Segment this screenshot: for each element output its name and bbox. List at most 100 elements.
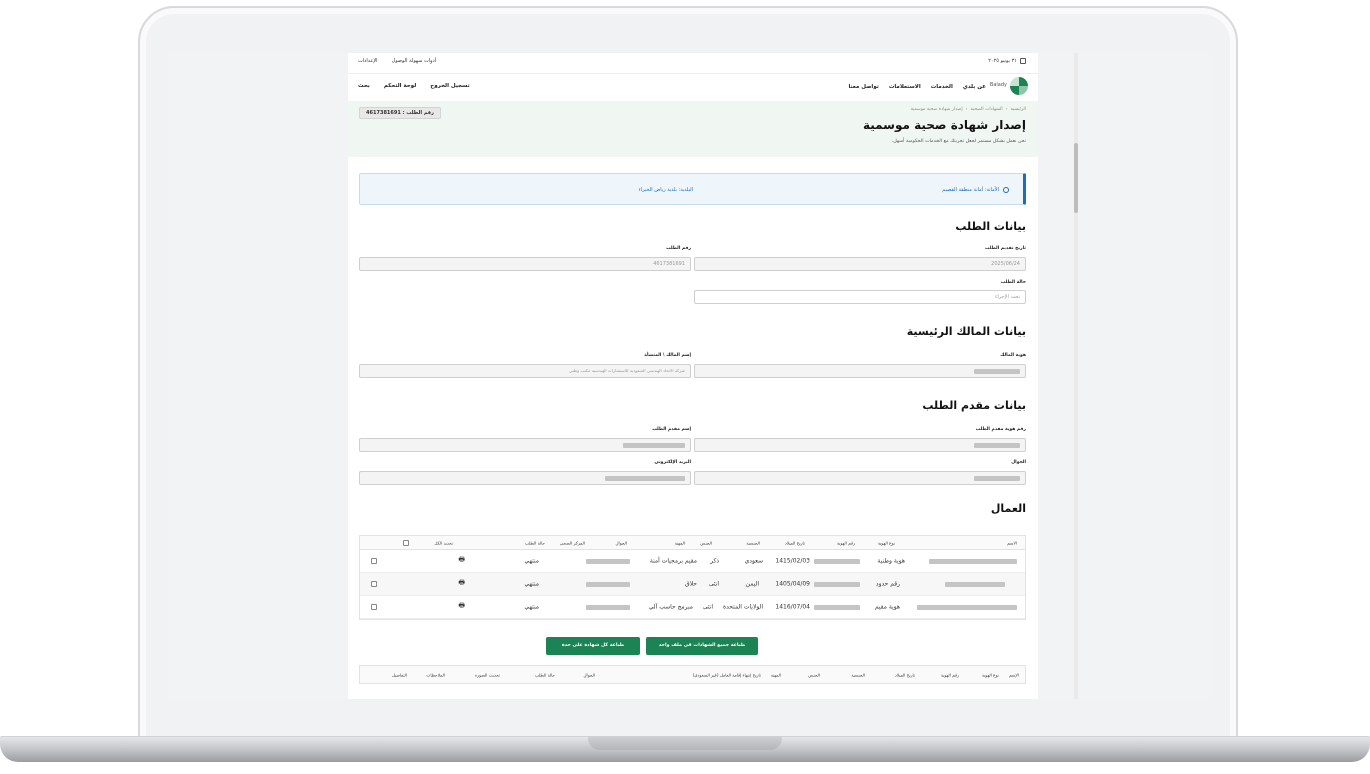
cell-gender: انثى: [708, 580, 719, 588]
request-number-badge: رقم الطلب : 4617381691: [359, 107, 441, 119]
row-checkbox[interactable]: [371, 558, 377, 564]
redacted-name: [929, 559, 1017, 564]
cell-job: مبرمج حاسب آلي: [648, 603, 693, 611]
settings-link[interactable]: الإعدادات: [358, 58, 378, 64]
header-job: المهنة: [674, 540, 685, 545]
calendar-icon: [1020, 58, 1026, 64]
redacted-value: [605, 476, 685, 481]
cell-id-type: هوية وطنية: [877, 557, 905, 565]
row-checkbox[interactable]: [371, 604, 377, 610]
workers-section-title: العمال: [990, 502, 1026, 515]
header-id-number: رقم الهوية: [940, 672, 959, 677]
print-icon[interactable]: 🖶: [458, 556, 465, 567]
owner-id-field: [694, 364, 1026, 378]
location-info-box: الأمانة: أمانة منطقة القصيم البلدية: بلد…: [359, 173, 1026, 205]
cell-status: منتهي: [524, 580, 539, 588]
breadcrumb: الرئيسية ‹ الشهادات الصحية ‹ إصدار شهادة…: [910, 107, 1027, 112]
status-field: تحت الإجراء: [694, 290, 1026, 304]
nav-item-services[interactable]: الخدمات: [931, 84, 953, 90]
worker-row: هوية وطنية 1415/02/03 سعودي ذكر مقيم برم…: [360, 550, 1025, 573]
cell-gender: انثى: [702, 603, 713, 611]
owner-id-label: هوية المالك: [1000, 353, 1026, 358]
search-button[interactable]: بحث: [358, 83, 370, 89]
header-status: حالة الطلب: [534, 672, 555, 677]
cell-birth-date: 1405/04/09: [775, 580, 810, 588]
request-number-label: رقم الطلب: [666, 246, 691, 251]
cell-nationality: سعودي: [744, 557, 763, 565]
cell-birth-date: 1416/07/04: [775, 603, 810, 611]
workers-table: الاسم نوع الهوية رقم الهوية تاريخ الميلا…: [359, 535, 1026, 620]
breadcrumb-home[interactable]: الرئيسية: [1011, 107, 1027, 112]
worker-row: رقم حدود 1405/04/09 اليمن انثى حلاق منته…: [360, 573, 1025, 596]
select-all-checkbox[interactable]: [403, 539, 409, 546]
header-mobile: الجوال: [583, 672, 595, 677]
request-section-title: بيانات الطلب: [955, 220, 1026, 233]
header-id-number: رقم الهوية: [836, 540, 855, 545]
status-label: حالة الطلب: [1000, 280, 1026, 285]
nav-item-inquiries[interactable]: الاستعلامات: [889, 84, 921, 90]
print-icon[interactable]: 🖶: [458, 602, 465, 613]
redacted-value: [623, 443, 685, 448]
accessibility-link[interactable]: أدوات سهولة الوصول: [392, 58, 437, 64]
owner-section-title: بيانات المالك الرئيسية: [906, 325, 1026, 338]
logout-button[interactable]: تسجيل الخروج: [430, 83, 469, 89]
redacted-value: [974, 443, 1020, 448]
baladiya-text: البلدية: بلدية رياض الخبراء: [638, 187, 694, 193]
nav-item-about[interactable]: عن بلدي: [963, 84, 986, 90]
header-notes: الملاحظات: [426, 672, 445, 677]
cell-id-type: هوية مقيم: [874, 603, 900, 611]
redacted-name: [917, 605, 1017, 610]
nav-item-contact[interactable]: تواصل معنا: [848, 84, 878, 90]
header-gender: الجنس: [808, 672, 820, 677]
header-details: التفاصيل: [391, 672, 407, 677]
print-all-one-file-button[interactable]: طباعة جميع الشهادات في ملف واحد: [646, 637, 758, 655]
header-gender: الجنس: [700, 540, 712, 545]
utility-links: أدوات سهولة الوصول الإعدادات: [358, 58, 436, 64]
redacted-mobile: [586, 605, 630, 610]
page-scrollbar-thumb[interactable]: [1074, 143, 1078, 213]
header-update-photo: تحديث الصورة: [474, 672, 500, 677]
laptop-notch: [588, 736, 782, 750]
header-id-type: نوع الهوية: [877, 540, 895, 545]
header-nationality: الجنسية: [746, 540, 760, 545]
print-each-button[interactable]: طباعة كل شهادة على حدة: [546, 637, 640, 655]
cell-nationality: الولايات المتحدة: [722, 603, 763, 611]
redacted-mobile: [586, 559, 630, 564]
utility-bar: ٣١ يونيو ٢٠٢٥ أدوات سهولة الوصول الإعداد…: [348, 53, 1038, 71]
main-navbar: Balady عن بلدي الخدمات الاستعلامات تواصل…: [348, 73, 1038, 99]
header-status: حالة الطلب: [524, 540, 545, 545]
header-name: الإسم: [1009, 672, 1019, 677]
applicant-name-label: إسم مقدم الطلب: [652, 427, 691, 432]
print-icon[interactable]: 🖶: [458, 579, 465, 590]
info-icon: [1003, 187, 1009, 193]
row-checkbox[interactable]: [371, 581, 377, 587]
logo-icon: [1010, 77, 1028, 95]
redacted-id: [814, 559, 860, 564]
header-health-center: المركز الصحي: [559, 540, 585, 545]
header-iqama-expiry: تاريخ إنتهاء إقامة العامل (غير السعودي): [692, 672, 761, 677]
header-nationality: الجنسية: [851, 672, 865, 677]
page-hero: الرئيسية ‹ الشهادات الصحية ‹ إصدار شهادة…: [348, 101, 1038, 157]
cell-nationality: اليمن: [745, 580, 759, 588]
email-label: البريد الإلكتروني: [654, 460, 691, 465]
applicant-id-label: رقم هوية مقدم الطلب: [975, 427, 1026, 432]
worker-row: هوية مقيم 1416/07/04 الولايات المتحدة ان…: [360, 596, 1025, 619]
dashboard-button[interactable]: لوحة التحكم: [384, 83, 416, 89]
laptop-frame: ٣١ يونيو ٢٠٢٥ أدوات سهولة الوصول الإعداد…: [0, 0, 1370, 774]
page-title: إصدار شهادة صحية موسمية: [862, 118, 1026, 132]
nav-tools: تسجيل الخروج لوحة التحكم بحث: [358, 83, 470, 89]
applicant-id-field: [694, 438, 1026, 452]
cell-id-type: رقم حدود: [875, 580, 900, 588]
nav-menu: عن بلدي الخدمات الاستعلامات تواصل معنا: [848, 84, 986, 90]
applicant-name-field: [359, 438, 691, 452]
amanah-info: الأمانة: أمانة منطقة القصيم: [942, 187, 1009, 193]
header-name: الاسم: [1007, 540, 1017, 545]
owner-name-field: شركة الاتحاد الهندسي السعودية للاستشارات…: [359, 364, 691, 378]
header-id-type: نوع الهوية: [981, 672, 999, 677]
amanah-text: الأمانة: أمانة منطقة القصيم: [942, 187, 999, 193]
cell-status: منتهي: [524, 603, 539, 611]
breadcrumb-health-certs[interactable]: الشهادات الصحية: [970, 107, 1002, 112]
header-birth-date: تاريخ الميلاد: [894, 672, 915, 677]
balady-logo[interactable]: Balady: [990, 77, 1028, 95]
redacted-id: [814, 605, 860, 610]
